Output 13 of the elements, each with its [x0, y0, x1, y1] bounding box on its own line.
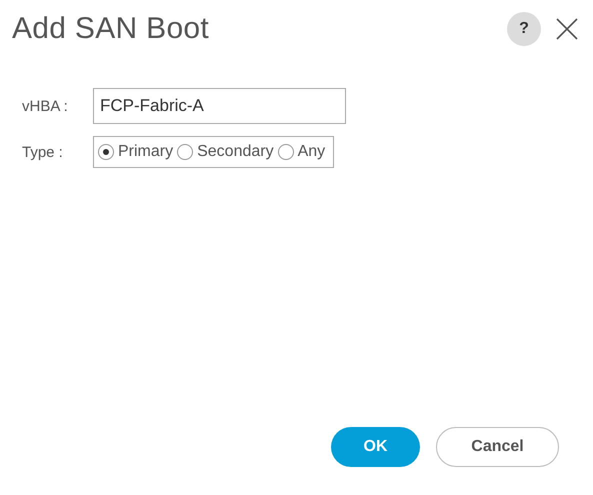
- radio-label: Primary: [118, 143, 174, 161]
- help-button[interactable]: ?: [507, 12, 541, 46]
- radio-label: Any: [298, 143, 326, 161]
- dialog-title: Add SAN Boot: [12, 12, 210, 46]
- cancel-button[interactable]: Cancel: [436, 427, 559, 467]
- radio-label: Secondary: [197, 143, 274, 161]
- field-label: Type :: [22, 144, 64, 160]
- vhba-input[interactable]: FCP-Fabric-A: [93, 88, 346, 124]
- radio-button[interactable]: [278, 144, 294, 160]
- field-label: vHBA :: [22, 98, 69, 114]
- radio-button[interactable]: [98, 144, 114, 160]
- close-icon[interactable]: [555, 17, 579, 41]
- radio-button[interactable]: [177, 144, 194, 160]
